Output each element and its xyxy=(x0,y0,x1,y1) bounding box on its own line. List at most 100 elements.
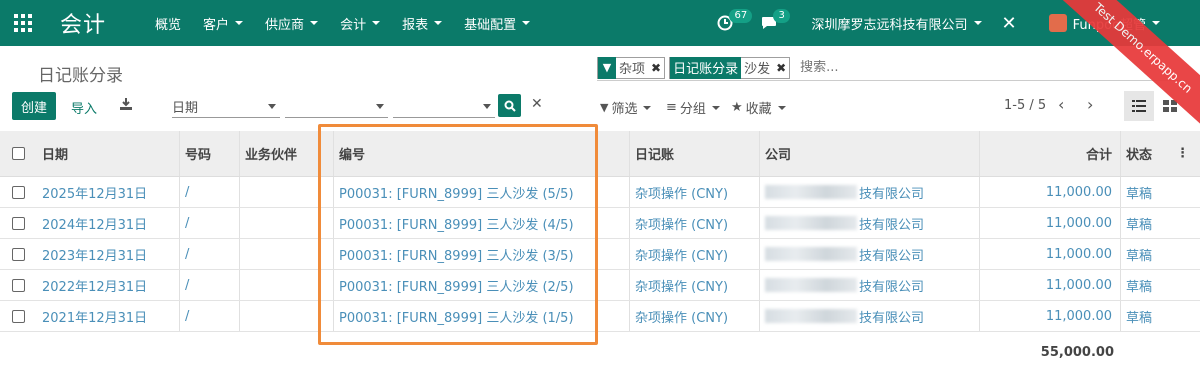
caret-down-icon xyxy=(372,21,381,25)
date-field-select[interactable]: 日期 xyxy=(172,96,280,118)
table-row[interactable]: 2024年12月31日 / P00031: [FURN_8999] 三人沙发 (… xyxy=(0,208,1200,239)
cell-total: 11,000.00 xyxy=(979,239,1120,269)
filters-dropdown[interactable]: ▼ 筛选 xyxy=(600,98,652,117)
cell-journal: 杂项操作 (CNY) xyxy=(629,270,759,300)
cell-state: 草稿 xyxy=(1120,270,1165,300)
company-name: 深圳摩罗志远科技有限公司 xyxy=(811,17,968,33)
create-button[interactable]: 创建 xyxy=(12,92,56,120)
caret-down-icon xyxy=(973,21,982,25)
date-period-select[interactable] xyxy=(393,96,495,118)
menu-overview[interactable]: 概览 xyxy=(144,0,192,46)
close-icon[interactable]: ✕ xyxy=(1002,13,1017,34)
search-bar: ▼ 杂项 ✖ 日记账分录 沙发 ✖ xyxy=(597,55,1187,81)
menu-label: 客户 xyxy=(203,17,230,33)
cell-number: / xyxy=(179,301,239,331)
row-checkbox[interactable] xyxy=(12,185,25,199)
caret-down-icon xyxy=(1152,21,1160,25)
cell-state: 草稿 xyxy=(1120,239,1165,269)
list-view-button[interactable] xyxy=(1124,91,1154,121)
cell-company: 技有限公司 xyxy=(759,177,979,207)
favorites-dropdown[interactable]: ★ 收藏 xyxy=(731,98,786,117)
header-state[interactable]: 状态 xyxy=(1120,131,1165,176)
menu-reports[interactable]: 报表 xyxy=(391,0,453,46)
menu-label: 报表 xyxy=(402,17,429,33)
table-row[interactable]: 2022年12月31日 / P00031: [FURN_8999] 三人沙发 (… xyxy=(0,270,1200,301)
select-value: 日期 xyxy=(172,101,199,116)
menu-vendors[interactable]: 供应商 xyxy=(254,0,329,46)
cell-date: 2024年12月31日 xyxy=(42,217,148,233)
activity-button[interactable]: 67 xyxy=(717,0,753,46)
caret-down-icon xyxy=(777,105,786,110)
cell-state: 草稿 xyxy=(1120,301,1165,331)
clear-date-icon[interactable]: ✕ xyxy=(531,96,543,112)
row-select-cell xyxy=(0,177,37,207)
pager-next-icon[interactable]: › xyxy=(1087,95,1093,114)
list-icon xyxy=(1132,100,1146,112)
row-checkbox[interactable] xyxy=(12,247,25,261)
redacted-text xyxy=(765,216,857,230)
select-all-checkbox[interactable] xyxy=(12,147,25,160)
facet-remove-icon[interactable]: ✖ xyxy=(648,61,664,75)
download-icon[interactable] xyxy=(120,98,132,114)
caret-down-icon xyxy=(235,21,244,25)
annotation-highlight-box xyxy=(318,124,598,345)
row-checkbox[interactable] xyxy=(12,309,25,323)
search-input[interactable] xyxy=(800,60,1061,75)
redacted-text xyxy=(765,278,857,292)
header-company[interactable]: 公司 xyxy=(759,131,979,176)
menu-accounting[interactable]: 会计 xyxy=(329,0,391,46)
caret-down-icon xyxy=(434,21,443,25)
cell-total: 11,000.00 xyxy=(979,270,1120,300)
menu-label: 基础配置 xyxy=(464,17,517,33)
groupby-dropdown[interactable]: ≡ 分组 xyxy=(666,98,720,117)
table-row[interactable]: 2025年12月31日 / P00031: [FURN_8999] 三人沙发 (… xyxy=(0,177,1200,208)
dropdown-label: 收藏 xyxy=(745,102,772,117)
header-journal[interactable]: 日记账 xyxy=(629,131,759,176)
company-suffix: 技有限公司 xyxy=(859,217,925,233)
table-row[interactable]: 2021年12月31日 / P00031: [FURN_8999] 三人沙发 (… xyxy=(0,301,1200,332)
cell-number: / xyxy=(179,177,239,207)
messages-button[interactable]: 3 xyxy=(761,0,790,46)
cell-number: / xyxy=(179,208,239,238)
cell-company: 技有限公司 xyxy=(759,208,979,238)
search-button[interactable] xyxy=(498,94,521,117)
redacted-text xyxy=(765,247,857,261)
facet-label: 日记账分录 xyxy=(670,56,742,79)
table-row[interactable]: 2023年12月31日 / P00031: [FURN_8999] 三人沙发 (… xyxy=(0,239,1200,270)
cell-journal: 杂项操作 (CNY) xyxy=(629,177,759,207)
caret-down-icon xyxy=(483,104,491,109)
select-all-cell xyxy=(0,131,37,176)
company-switcher[interactable]: 深圳摩罗志远科技有限公司 xyxy=(811,14,982,33)
header-total[interactable]: 合计 xyxy=(979,131,1120,176)
caret-down-icon xyxy=(522,21,531,25)
cell-journal: 杂项操作 (CNY) xyxy=(629,208,759,238)
menu-customers[interactable]: 客户 xyxy=(192,0,254,46)
row-checkbox[interactable] xyxy=(12,278,25,292)
row-select-cell xyxy=(0,301,37,331)
apps-menu-icon[interactable] xyxy=(0,0,46,46)
caret-down-icon xyxy=(643,105,652,110)
date-range-select[interactable] xyxy=(285,96,388,118)
column-options-icon[interactable]: ⋮ xyxy=(1165,131,1200,176)
row-checkbox[interactable] xyxy=(12,216,25,230)
cell-total: 11,000.00 xyxy=(979,208,1120,238)
pager-prev-icon[interactable]: ‹ xyxy=(1058,95,1064,114)
pager-value[interactable]: 1-5 / 5 xyxy=(1004,98,1046,113)
caret-down-icon xyxy=(376,104,384,109)
import-button[interactable]: 导入 xyxy=(71,98,97,117)
caret-down-icon xyxy=(310,21,319,25)
company-suffix: 技有限公司 xyxy=(859,310,925,326)
cell-journal: 杂项操作 (CNY) xyxy=(629,239,759,269)
header-number[interactable]: 号码 xyxy=(179,131,239,176)
dropdown-label: 分组 xyxy=(679,102,706,117)
dropdown-label: 筛选 xyxy=(611,102,638,117)
main-menu: 概览 客户 供应商 会计 报表 基础配置 xyxy=(144,0,541,46)
row-select-cell xyxy=(0,208,37,238)
facet-remove-icon[interactable]: ✖ xyxy=(773,61,789,75)
cell-company: 技有限公司 xyxy=(759,270,979,300)
menu-label: 概览 xyxy=(155,17,182,33)
breadcrumb: 日记账分录 xyxy=(38,66,123,86)
header-date[interactable]: 日期 xyxy=(37,131,179,176)
facet-value: 沙发 xyxy=(744,62,771,77)
menu-configuration[interactable]: 基础配置 xyxy=(453,0,541,46)
